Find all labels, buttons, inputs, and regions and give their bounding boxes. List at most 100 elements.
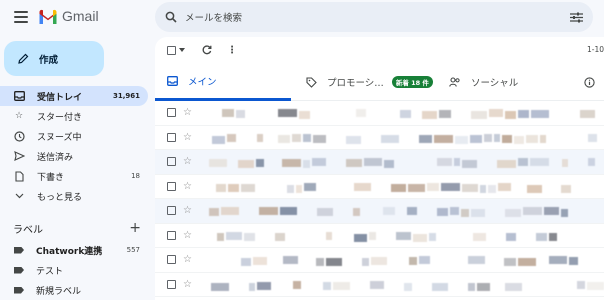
caret-down-icon[interactable] (179, 48, 185, 52)
redacted-block (506, 232, 516, 241)
sidebar-item-sent[interactable]: 送信済み (0, 146, 148, 166)
people-icon (449, 76, 461, 88)
redacted-block (437, 158, 452, 166)
redacted-block (404, 282, 412, 291)
redacted-block (429, 232, 436, 241)
redacted-block (527, 184, 542, 193)
add-label-icon[interactable]: + (129, 220, 141, 236)
search-bar[interactable]: メールを検索 (155, 2, 593, 32)
sidebar-item-snoozed[interactable]: スヌーズ中 (0, 126, 148, 146)
redacted-block (530, 158, 549, 166)
draft-count: 18 (131, 172, 140, 180)
sidebar-nav: 受信トレイ 31,961 ☆ スター付き スヌーズ中 送信済み 下書き 18 も… (0, 86, 148, 206)
redacted-block (505, 111, 516, 119)
sidebar-item-label: 受信トレイ (37, 92, 83, 103)
redacted-block (497, 160, 516, 168)
redacted-block (227, 133, 236, 142)
redacted-block (253, 257, 267, 265)
app-name: Gmail (62, 8, 99, 24)
label-tag-icon (13, 284, 25, 296)
redacted-block (477, 282, 490, 291)
redacted-block (259, 207, 278, 215)
message-row[interactable]: ☆ (155, 224, 604, 248)
message-row[interactable]: ☆ (155, 199, 604, 224)
redacted-block (504, 258, 516, 266)
redacted-block (470, 134, 482, 143)
redacted-block (354, 233, 367, 242)
search-icon[interactable] (165, 11, 177, 23)
more-options-icon[interactable]: ⋮ (227, 45, 237, 56)
redacted-block (241, 183, 255, 192)
redacted-block (221, 207, 239, 215)
redacted-block (432, 282, 448, 291)
redacted-block (370, 280, 384, 289)
redacted-block (312, 158, 326, 166)
gmail-logo[interactable]: Gmail (38, 8, 99, 24)
label-tag-icon (13, 264, 25, 276)
label-item-label: 新規ラベル (36, 286, 82, 297)
redacted-block (561, 209, 568, 217)
label-item-test[interactable]: テスト (0, 260, 148, 280)
redacted-block (238, 160, 254, 168)
refresh-icon[interactable] (202, 45, 212, 55)
redacted-block (241, 258, 251, 266)
tab-updates[interactable] (576, 63, 604, 101)
search-input[interactable]: メールを検索 (185, 10, 570, 24)
filter-options-icon[interactable] (570, 12, 583, 23)
message-row[interactable]: ☆ (155, 101, 604, 126)
redacted-block (549, 232, 557, 241)
tab-promotions[interactable]: プロモーシ… 新着 18 件 (291, 63, 436, 101)
message-row[interactable]: ☆ (155, 273, 604, 297)
tab-primary[interactable]: メイン (155, 63, 291, 101)
sidebar-item-more[interactable]: もっと見る (0, 186, 148, 206)
sidebar-item-inbox[interactable]: 受信トレイ 31,961 (0, 86, 148, 106)
redacted-block (296, 184, 302, 193)
redacted-block (531, 110, 549, 118)
redacted-block (212, 135, 225, 144)
redacted-block (256, 159, 264, 167)
redacted-content (155, 126, 604, 150)
redacted-block (494, 133, 500, 142)
redacted-block (346, 135, 361, 144)
redacted-block (454, 158, 460, 166)
redacted-block (488, 184, 496, 193)
redacted-block (523, 207, 542, 215)
gmail-m-icon (39, 9, 57, 24)
category-tabs: メイン プロモーシ… 新着 18 件 ソーシャル (155, 63, 604, 101)
label-item-new[interactable]: 新規ラベル (0, 280, 148, 300)
redacted-block (544, 207, 559, 215)
tab-label: メイン (188, 76, 217, 88)
sidebar-item-starred[interactable]: ☆ スター付き (0, 106, 148, 126)
redacted-content (155, 150, 604, 174)
redacted-block (244, 232, 255, 241)
message-row[interactable]: ☆ (155, 175, 604, 199)
redacted-block (400, 110, 411, 118)
redacted-content (155, 199, 604, 223)
draft-icon (13, 170, 25, 182)
sidebar-item-drafts[interactable]: 下書き 18 (0, 166, 148, 186)
redacted-block (462, 160, 477, 168)
redacted-block (209, 159, 227, 167)
label-item-label: テスト (36, 266, 64, 277)
redacted-block (461, 209, 469, 217)
redacted-block (588, 133, 597, 142)
message-row[interactable]: ☆ (155, 150, 604, 175)
tab-label: ソーシャル (471, 78, 519, 89)
sidebar-item-label: 下書き (37, 172, 65, 183)
select-all-checkbox[interactable] (167, 45, 185, 55)
tab-social[interactable]: ソーシャル (436, 63, 576, 101)
redacted-block (437, 208, 448, 216)
compose-button[interactable]: 作成 (4, 41, 104, 76)
redacted-block (473, 232, 486, 241)
redacted-block (396, 231, 411, 240)
redacted-block (419, 134, 432, 143)
label-item-chatwork[interactable]: Chatwork連携 557 (0, 240, 148, 260)
redacted-block (450, 207, 459, 215)
message-row[interactable]: ☆ (155, 248, 604, 273)
redacted-block (280, 207, 297, 215)
redacted-block (283, 256, 298, 264)
redacted-content (155, 224, 604, 248)
message-row[interactable]: ☆ (155, 126, 604, 150)
redacted-block (278, 134, 290, 143)
main-menu-icon[interactable] (14, 11, 28, 23)
